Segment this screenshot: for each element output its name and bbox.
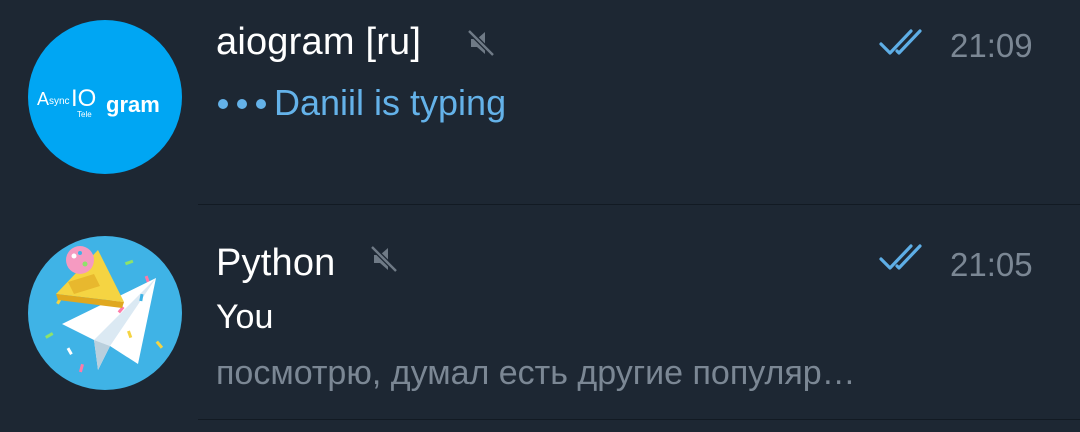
divider	[198, 204, 1080, 205]
typing-indicator: Daniil is typing	[216, 82, 506, 124]
message-sender: You	[216, 298, 274, 336]
chat-list: A sync IO Tele gram aiogram [ru] 21:09 D…	[0, 0, 1080, 432]
svg-text:Tele: Tele	[77, 110, 92, 119]
double-check-icon	[879, 244, 922, 270]
svg-text:IO: IO	[71, 85, 96, 112]
asyncio-telegram-logo-icon: A sync IO Tele gram	[37, 85, 160, 119]
avatar[interactable]	[28, 236, 182, 390]
svg-text:sync: sync	[49, 96, 70, 107]
muted-speaker-icon	[467, 29, 495, 57]
typing-dots-icon	[216, 99, 268, 111]
muted-speaker-icon	[370, 245, 398, 273]
message-preview: посмотрю, думал есть другие популяр…	[216, 354, 856, 392]
typing-text: Daniil is typing	[274, 82, 507, 123]
divider	[198, 419, 1080, 420]
svg-text:gram: gram	[106, 92, 160, 117]
chat-row-python[interactable]: Python 21:05 You посмотрю, думал есть др…	[0, 206, 1080, 420]
chat-row-aiogram[interactable]: A sync IO Tele gram aiogram [ru] 21:09 D…	[0, 0, 1080, 205]
chat-title: Python	[216, 242, 336, 284]
svg-text:A: A	[37, 89, 49, 109]
chat-time: 21:05	[950, 246, 1033, 283]
chat-time: 21:09	[950, 27, 1033, 64]
avatar[interactable]: A sync IO Tele gram	[28, 20, 182, 174]
double-check-icon	[879, 29, 922, 55]
chat-title: aiogram [ru]	[216, 21, 422, 63]
telegram-plane-party-hat-icon	[45, 246, 164, 373]
